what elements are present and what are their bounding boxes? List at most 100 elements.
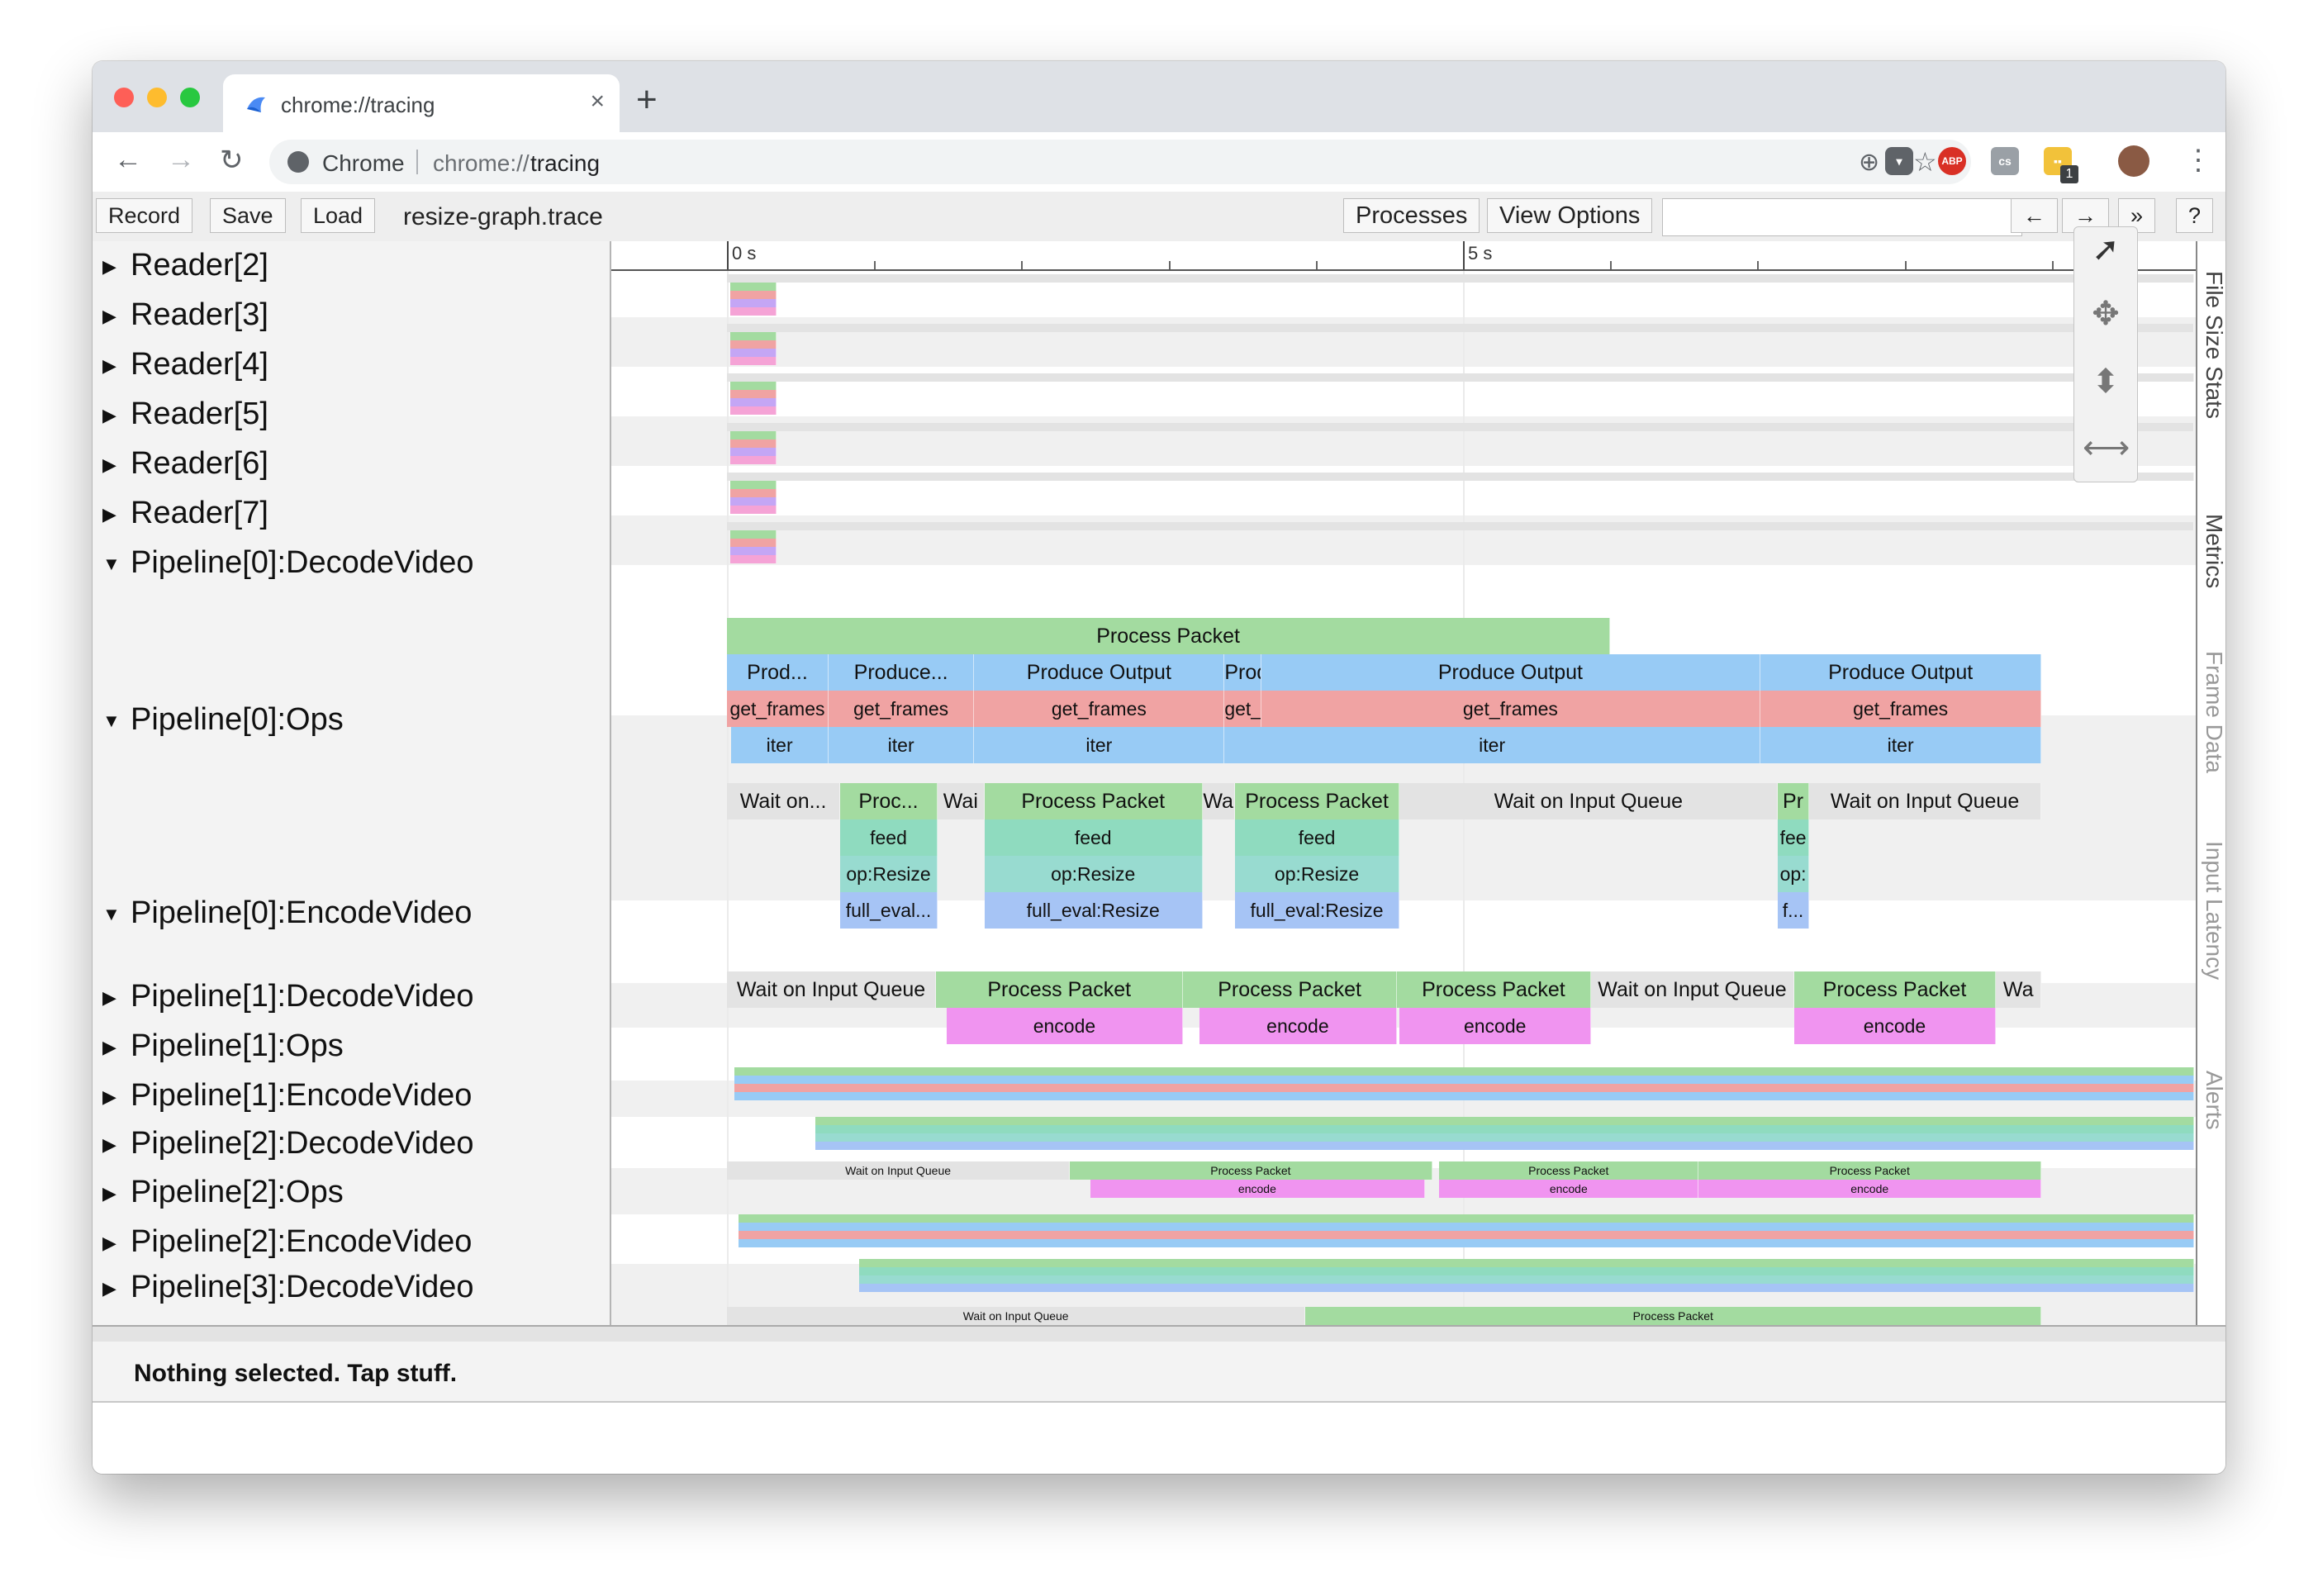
slice-get-frames[interactable]: get_frames xyxy=(727,691,829,727)
slice-ops-top[interactable]: Pr xyxy=(1778,783,1809,819)
slice-encode-top[interactable]: Wait on Input Queue xyxy=(1591,971,1794,1008)
input-latency-tab[interactable]: Input Latency xyxy=(2197,841,2225,980)
slice-encode-top[interactable]: Process Packet xyxy=(1396,971,1592,1008)
reader-slice[interactable] xyxy=(729,539,777,547)
close-window-button[interactable] xyxy=(114,88,134,107)
reader-slice[interactable] xyxy=(729,481,777,489)
slice-iter[interactable]: iter xyxy=(1760,727,2042,763)
reader-idle-strip[interactable] xyxy=(727,324,2194,332)
compressed-slice-band[interactable] xyxy=(734,1092,2194,1100)
load-button[interactable]: Load xyxy=(301,198,376,233)
slice-get-frames[interactable]: get_frames xyxy=(1224,691,1261,727)
expand-triangle-icon[interactable]: ▶ xyxy=(102,454,122,476)
reader-slice[interactable] xyxy=(729,299,777,307)
timing-range-icon[interactable]: ⟷ xyxy=(2083,422,2130,473)
slice-encode1-top[interactable]: Process Packet xyxy=(1439,1161,1699,1180)
compressed-slice-band[interactable] xyxy=(815,1117,2194,1125)
track-label-pipeline2-encode[interactable]: ▶ Pipeline[2]:EncodeVideo xyxy=(102,1224,472,1260)
track-label-pipeline0-ops[interactable]: ▼ Pipeline[0]:Ops xyxy=(102,702,344,738)
slice-produce-output[interactable]: Produce Output xyxy=(1261,654,1760,691)
slice-encode1-top[interactable]: Wait on Input Queue xyxy=(727,1161,1071,1180)
reader-slice[interactable] xyxy=(729,555,777,563)
reader-idle-strip[interactable] xyxy=(727,373,2194,382)
track-label-reader-2[interactable]: ▶ Reader[2] xyxy=(102,248,268,283)
slice-encode[interactable]: encode xyxy=(1199,1008,1397,1044)
panel-drag-handle[interactable] xyxy=(93,1325,2225,1343)
slice-encode-top[interactable]: Wait on Input Queue xyxy=(727,971,937,1008)
slice-ops-top[interactable]: Wait on Input Queue xyxy=(1808,783,2042,819)
compressed-slice-band[interactable] xyxy=(859,1284,2194,1292)
slice-feed[interactable]: feed xyxy=(1234,819,1400,856)
reader-idle-strip[interactable] xyxy=(727,473,2194,481)
expand-triangle-icon[interactable]: ▶ xyxy=(102,1233,122,1254)
compressed-slice-band[interactable] xyxy=(734,1067,2194,1076)
collapse-triangle-icon[interactable]: ▼ xyxy=(102,553,122,575)
profile-avatar[interactable] xyxy=(2118,145,2149,177)
reader-slice[interactable] xyxy=(729,406,777,415)
track-label-pipeline1-decode[interactable]: ▶ Pipeline[1]:DecodeVideo xyxy=(102,979,474,1014)
track-label-pipeline1-ops[interactable]: ▶ Pipeline[1]:Ops xyxy=(102,1028,344,1064)
track-label-reader-3[interactable]: ▶ Reader[3] xyxy=(102,297,268,333)
track-label-reader-7[interactable]: ▶ Reader[7] xyxy=(102,496,268,531)
track-label-reader-4[interactable]: ▶ Reader[4] xyxy=(102,347,268,382)
slice-encode1[interactable]: encode xyxy=(1090,1180,1425,1198)
expand-triangle-icon[interactable]: ▶ xyxy=(102,355,122,377)
slice-encode-top[interactable]: Wa xyxy=(1996,971,2042,1008)
reader-slice[interactable] xyxy=(729,291,777,299)
slice-iter[interactable]: iter xyxy=(974,727,1225,763)
reader-idle-strip[interactable] xyxy=(727,423,2194,431)
slice-ops-top[interactable]: Wait on Input Queue xyxy=(1399,783,1779,819)
compressed-slice-band[interactable] xyxy=(739,1214,2194,1223)
zoom-icon[interactable]: ⊕ xyxy=(1859,148,1879,177)
slice-full-eval[interactable]: full_eval... xyxy=(840,892,938,929)
track-label-pipeline1-encode[interactable]: ▶ Pipeline[1]:EncodeVideo xyxy=(102,1078,472,1114)
close-tab-icon[interactable]: × xyxy=(590,88,605,116)
slice-produce-output[interactable]: Produce Output xyxy=(1224,654,1261,691)
new-tab-button[interactable]: + xyxy=(636,79,658,121)
reader-slice[interactable] xyxy=(729,340,777,349)
expand-triangle-icon[interactable]: ▶ xyxy=(102,504,122,525)
reader-slice[interactable] xyxy=(729,307,777,316)
forward-arrow-icon[interactable]: → xyxy=(167,144,195,176)
cs-extension-icon[interactable]: cs xyxy=(1991,147,2019,175)
slice-iter[interactable]: iter xyxy=(731,727,829,763)
slice-encode2-top[interactable]: Process Packet xyxy=(1305,1307,2042,1325)
expand-triangle-icon[interactable]: ▶ xyxy=(102,405,122,426)
slice-encode[interactable]: encode xyxy=(1793,1008,1997,1044)
slice-feed[interactable]: feed xyxy=(840,819,938,856)
save-button[interactable]: Save xyxy=(210,198,286,233)
reader-slice[interactable] xyxy=(729,398,777,406)
slice-encode2-top[interactable]: Wait on Input Queue xyxy=(727,1307,1306,1325)
track-label-reader-6[interactable]: ▶ Reader[6] xyxy=(102,446,268,482)
track-label-pipeline0-encode[interactable]: ▼ Pipeline[0]:EncodeVideo xyxy=(102,895,472,931)
find-input[interactable] xyxy=(1662,198,2022,236)
metrics-tab[interactable]: Metrics xyxy=(2197,514,2225,588)
slice-ops-top[interactable]: Process Packet xyxy=(1234,783,1400,819)
reader-slice[interactable] xyxy=(729,439,777,448)
reader-slice[interactable] xyxy=(729,489,777,497)
record-button[interactable]: Record xyxy=(96,198,193,233)
bookmark-star-icon[interactable]: ☆ xyxy=(1913,146,1937,178)
reader-slice[interactable] xyxy=(729,390,777,398)
tab-tracing[interactable]: chrome://tracing × xyxy=(223,74,620,132)
frame-data-tab[interactable]: Frame Data xyxy=(2197,651,2225,773)
compressed-slice-band[interactable] xyxy=(859,1259,2194,1267)
slice-encode[interactable]: encode xyxy=(946,1008,1184,1044)
reader-slice[interactable] xyxy=(729,431,777,439)
file-size-stats-tab[interactable]: File Size Stats xyxy=(2197,271,2225,419)
back-arrow-icon[interactable]: ← xyxy=(114,144,142,176)
slice-produce-output[interactable]: Prod... xyxy=(727,654,829,691)
reader-idle-strip[interactable] xyxy=(727,522,2194,530)
zoom-vertical-icon[interactable]: ⬍ xyxy=(2083,356,2129,407)
slice-produce-output[interactable]: Produce Output xyxy=(1760,654,2042,691)
slice-feed[interactable]: feed xyxy=(984,819,1203,856)
slice-encode-top[interactable]: Process Packet xyxy=(1183,971,1397,1008)
expand-triangle-icon[interactable]: ▶ xyxy=(102,256,122,278)
slice-op-resize[interactable]: op:Resize xyxy=(984,856,1203,892)
slice-op-resize[interactable]: op:Resize xyxy=(840,856,938,892)
compressed-slice-band[interactable] xyxy=(859,1267,2194,1275)
adblock-extension-icon[interactable]: ABP xyxy=(1938,147,1966,175)
track-label-pipeline0-decode[interactable]: ▼ Pipeline[0]:DecodeVideo xyxy=(102,545,474,581)
chrome-info-icon[interactable] xyxy=(287,151,309,173)
slice-iter[interactable]: iter xyxy=(828,727,975,763)
